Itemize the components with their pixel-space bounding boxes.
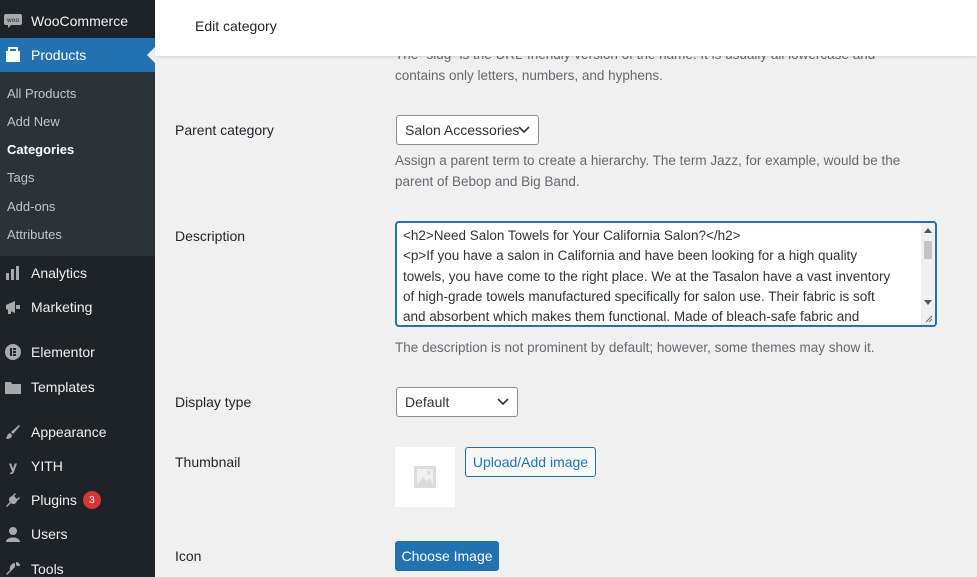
main-content: The “slug” is the URL-friendly version o… <box>155 0 977 577</box>
icon-label: Icon <box>175 548 202 564</box>
plug-icon <box>4 491 22 509</box>
sidebar-item-analytics[interactable]: Analytics <box>0 256 155 290</box>
description-textarea[interactable]: <h2>Need Salon Towels for Your Californi… <box>395 221 937 327</box>
thumbnail-label: Thumbnail <box>175 454 241 470</box>
sidebar-item-label: Analytics <box>31 265 88 281</box>
sidebar-item-appearance[interactable]: Appearance <box>0 415 155 449</box>
submenu-add-ons[interactable]: Add-ons <box>7 199 55 214</box>
submenu-tags[interactable]: Tags <box>7 170 34 185</box>
resize-handle-icon[interactable] <box>923 313 933 323</box>
sidebar-item-label: Templates <box>31 379 95 395</box>
sidebar-item-label: Plugins <box>31 492 77 508</box>
page-title: Edit category <box>195 18 277 34</box>
scroll-down-icon[interactable] <box>924 300 932 305</box>
svg-text:woo: woo <box>7 17 20 24</box>
sidebar-item-products[interactable]: Products <box>0 38 155 72</box>
sidebar-item-label: YITH <box>31 458 63 474</box>
chevron-down-icon <box>518 126 530 134</box>
svg-text:y: y <box>9 460 18 474</box>
display-type-select[interactable]: Default <box>396 387 518 417</box>
wrench-icon <box>4 560 22 577</box>
sidebar-item-label: Elementor <box>31 344 95 360</box>
description-label: Description <box>175 228 246 244</box>
yith-icon: y <box>4 457 22 475</box>
submenu-all-products[interactable]: All Products <box>7 86 76 101</box>
sidebar-item-label: Products <box>31 47 87 63</box>
image-placeholder-icon <box>414 466 436 488</box>
megaphone-icon <box>4 298 22 316</box>
sidebar-item-templates[interactable]: Templates <box>0 370 155 404</box>
display-type-label: Display type <box>175 394 252 410</box>
sidebar-item-yith[interactable]: y YITH <box>0 449 155 483</box>
products-icon <box>4 46 22 64</box>
sidebar-item-label: WooCommerce <box>31 13 128 29</box>
sidebar-item-elementor[interactable]: Elementor <box>0 335 155 369</box>
upload-add-image-button[interactable]: Upload/Add image <box>465 447 596 477</box>
sidebar-item-label: Tools <box>31 561 64 577</box>
page-header: Edit category <box>155 0 977 56</box>
chevron-down-icon <box>497 398 509 406</box>
description-help-text: The description is not prominent by defa… <box>395 340 875 355</box>
sidebar-item-plugins[interactable]: Plugins 3 <box>0 483 155 517</box>
elementor-icon <box>4 343 22 361</box>
sidebar-item-label: Marketing <box>31 299 93 315</box>
textarea-scrollbar[interactable] <box>921 223 935 325</box>
woocommerce-icon: woo <box>4 12 22 30</box>
scroll-thumb[interactable] <box>924 241 932 259</box>
user-icon <box>4 525 22 543</box>
sidebar-item-tools[interactable]: Tools <box>0 552 155 577</box>
choose-image-button[interactable]: Choose Image <box>395 541 499 571</box>
parent-category-label: Parent category <box>175 122 274 138</box>
thumbnail-preview <box>395 447 455 507</box>
description-text: <h2>Need Salon Towels for Your Californi… <box>403 228 891 325</box>
sidebar-item-label: Appearance <box>31 424 107 440</box>
submenu-categories[interactable]: Categories <box>7 142 74 157</box>
scroll-up-icon[interactable] <box>924 228 932 233</box>
parent-category-select[interactable]: Salon Accessories <box>396 115 539 145</box>
sidebar-item-users[interactable]: Users <box>0 517 155 551</box>
folder-icon <box>4 378 22 396</box>
bar-chart-icon <box>4 264 22 282</box>
active-indicator <box>147 47 155 63</box>
sidebar-item-woocommerce[interactable]: woo WooCommerce <box>0 4 155 38</box>
paintbrush-icon <box>4 423 22 441</box>
admin-sidebar: woo WooCommerce Products All Products Ad… <box>0 0 155 577</box>
submenu-add-new[interactable]: Add New <box>7 114 60 129</box>
submenu-attributes[interactable]: Attributes <box>7 227 62 242</box>
sidebar-item-label: Users <box>31 526 68 542</box>
parent-help-text: Assign a parent term to create a hierarc… <box>395 153 901 189</box>
update-count-badge: 3 <box>82 491 101 509</box>
sidebar-item-marketing[interactable]: Marketing <box>0 290 155 324</box>
